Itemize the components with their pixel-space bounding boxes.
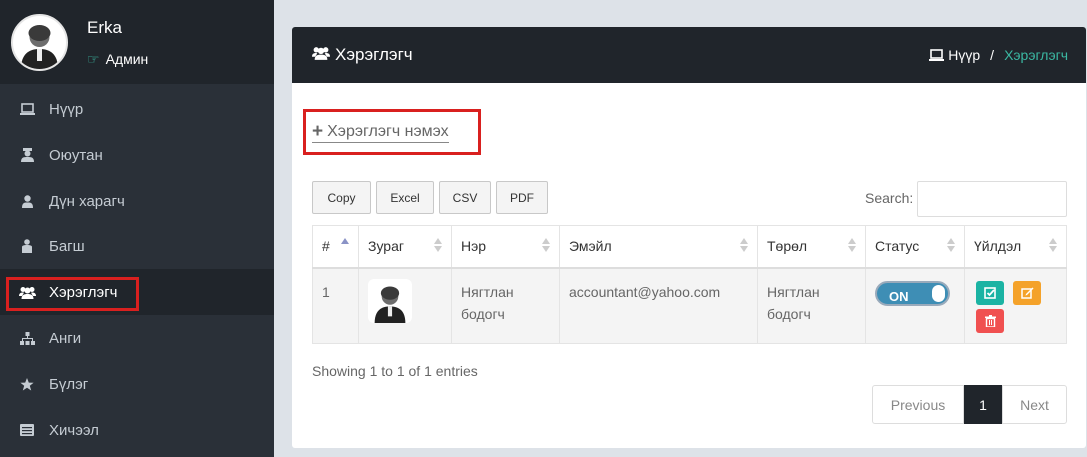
sort-icon [434, 238, 442, 252]
status-toggle[interactable]: ON [875, 280, 950, 306]
sitemap-icon [18, 331, 36, 345]
sidebar-item-label: Бүлэг [49, 375, 89, 393]
trash-icon [984, 314, 996, 327]
sort-icon [740, 238, 748, 252]
users-panel: Хэрэглэгч Нүүр / Хэрэглэгч + Хэрэглэгч н… [292, 27, 1086, 448]
avatar[interactable] [11, 14, 68, 71]
table-header-row: # Зураг Нэр Эмэйл Төрөл Статус Үйлдэл [312, 225, 1067, 269]
column-header-label: Эмэйл [569, 238, 612, 255]
column-header-email[interactable]: Эмэйл [559, 225, 758, 269]
cell-status: ON [865, 267, 965, 344]
cell-type: Нягтлан бодогч [757, 267, 866, 344]
column-header-number[interactable]: # [312, 225, 359, 269]
sidebar-item-class[interactable]: Анги [0, 315, 274, 361]
edit-button[interactable] [1013, 280, 1041, 305]
sidebar-item-label: Дүн харагч [49, 192, 125, 210]
search-label: Search: [865, 190, 914, 206]
csv-button[interactable]: CSV [439, 181, 491, 214]
sidebar-item-grade-viewer[interactable]: Дүн харагч [0, 178, 274, 224]
sort-icon [848, 238, 856, 252]
sort-icon [542, 238, 550, 252]
laptop-icon [929, 49, 945, 61]
sidebar-item-label: Хичээл [49, 421, 99, 439]
sidebar-item-label: Анги [49, 329, 82, 347]
cell-name: Нягтлан бодогч [451, 267, 560, 344]
status-toggle-label: ON [889, 288, 909, 304]
laptop-icon [18, 103, 36, 115]
cell-image [358, 267, 452, 344]
breadcrumb: Нүүр / Хэрэглэгч [929, 47, 1068, 63]
breadcrumb-home[interactable]: Нүүр [929, 47, 980, 63]
cell-actions [964, 267, 1067, 344]
panel-header: Хэрэглэгч Нүүр / Хэрэглэгч [292, 27, 1086, 83]
column-header-label: Зураг [368, 238, 404, 255]
search-input[interactable] [917, 181, 1067, 217]
toggle-knob [932, 284, 945, 302]
sidebar-item-label: Оюутан [49, 146, 103, 164]
sort-icon [1049, 238, 1057, 252]
edit-icon [1020, 287, 1034, 299]
sidebar-item-student[interactable]: Оюутан [0, 132, 274, 178]
check-button[interactable] [976, 280, 1004, 305]
column-header-label: Статус [875, 238, 920, 255]
column-header-label: Төрөл [767, 238, 808, 255]
breadcrumb-current: Хэрэглэгч [1004, 47, 1068, 63]
profile-name: Erka [87, 18, 122, 37]
sidebar-item-teacher[interactable]: Багш [0, 223, 274, 269]
user-icon [18, 194, 36, 208]
sort-asc-icon [341, 238, 349, 252]
sidebar-item-home[interactable]: Нүүр [0, 86, 274, 132]
page-title: Хэрэглэгч [335, 45, 413, 64]
sidebar-item-course[interactable]: Хичээл [0, 407, 274, 453]
column-header-image[interactable]: Зураг [358, 225, 452, 269]
profile-role-line: ☞ Админ [87, 51, 148, 68]
profile-role: Админ [105, 51, 149, 67]
panel-title-wrap: Хэрэглэгч [312, 45, 413, 65]
student-icon [18, 148, 36, 162]
pdf-button[interactable]: PDF [496, 181, 548, 214]
users-table: # Зураг Нэр Эмэйл Төрөл Статус Үйлдэл 1 [312, 225, 1067, 344]
sort-icon [947, 238, 955, 252]
thumbs-up-icon: ☞ [87, 51, 100, 67]
breadcrumb-separator: / [990, 47, 995, 63]
users-icon [312, 45, 330, 65]
sidebar-item-label: Багш [49, 237, 85, 255]
previous-button[interactable]: Previous [872, 385, 964, 424]
highlight-box-users [6, 277, 139, 311]
copy-button[interactable]: Copy [312, 181, 371, 214]
column-header-actions[interactable]: Үйлдэл [964, 225, 1067, 269]
column-header-type[interactable]: Төрөл [757, 225, 866, 269]
page-1-button[interactable]: 1 [964, 385, 1002, 424]
cell-email: accountant@yahoo.com [559, 267, 758, 344]
breadcrumb-home-label: Нүүр [948, 47, 981, 63]
book-icon [18, 424, 36, 436]
profile-card: Erka ☞ Админ [0, 0, 274, 84]
column-header-status[interactable]: Статус [865, 225, 965, 269]
check-square-icon [983, 286, 997, 299]
column-header-label: Үйлдэл [974, 238, 1022, 255]
avatar [368, 278, 412, 323]
excel-button[interactable]: Excel [376, 181, 434, 214]
delete-button[interactable] [976, 308, 1004, 333]
table-info: Showing 1 to 1 of 1 entries [312, 363, 478, 379]
cell-number: 1 [312, 267, 359, 344]
sidebar-item-group[interactable]: Бүлэг [0, 361, 274, 407]
teacher-icon [18, 239, 36, 253]
sidebar-item-label: Нүүр [49, 100, 84, 118]
highlight-box-add-user [303, 109, 481, 155]
sidebar: Erka ☞ Админ Нүүр Оюутан Дүн харагч Багш … [0, 0, 274, 457]
column-header-name[interactable]: Нэр [451, 225, 560, 269]
table-row: 1 Нягтлан бодогч accountant@yahoo.com Ня… [312, 267, 1067, 344]
next-button[interactable]: Next [1002, 385, 1067, 424]
star-icon [18, 377, 36, 391]
column-header-label: Нэр [461, 238, 487, 255]
column-header-label: # [322, 238, 330, 255]
